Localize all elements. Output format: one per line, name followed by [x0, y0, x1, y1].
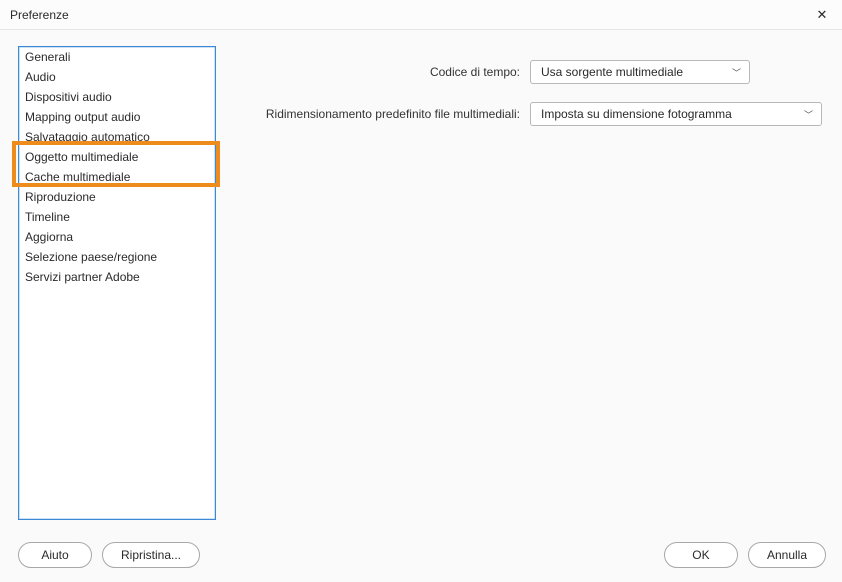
- settings-pane: Codice di tempo: Usa sorgente multimedia…: [238, 60, 826, 144]
- window-title: Preferenze: [10, 8, 69, 22]
- sidebar-item-salvataggio-automatico[interactable]: Salvataggio automatico: [19, 127, 215, 147]
- sidebar-item-aggiorna[interactable]: Aggiorna: [19, 227, 215, 247]
- scaling-label: Ridimensionamento predefinito file multi…: [238, 107, 530, 121]
- sidebar-item-selezione-paese[interactable]: Selezione paese/regione: [19, 247, 215, 267]
- left-buttons: Aiuto Ripristina...: [18, 542, 200, 568]
- ok-button[interactable]: OK: [664, 542, 738, 568]
- reset-button[interactable]: Ripristina...: [102, 542, 200, 568]
- sidebar-item-riproduzione[interactable]: Riproduzione: [19, 187, 215, 207]
- timecode-dropdown[interactable]: Usa sorgente multimediale ﹀: [530, 60, 750, 84]
- right-buttons: OK Annulla: [664, 542, 826, 568]
- timecode-value: Usa sorgente multimediale: [541, 65, 683, 79]
- sidebar-item-generali[interactable]: Generali: [19, 47, 215, 67]
- title-bar: Preferenze ✕: [0, 0, 842, 30]
- preferences-sidebar: Generali Audio Dispositivi audio Mapping…: [18, 46, 216, 520]
- close-icon[interactable]: ✕: [812, 5, 832, 25]
- sidebar-item-dispositivi-audio[interactable]: Dispositivi audio: [19, 87, 215, 107]
- cancel-button[interactable]: Annulla: [748, 542, 826, 568]
- sidebar-item-timeline[interactable]: Timeline: [19, 207, 215, 227]
- timecode-row: Codice di tempo: Usa sorgente multimedia…: [238, 60, 826, 84]
- sidebar-item-cache-multimediale[interactable]: Cache multimediale: [19, 167, 215, 187]
- chevron-down-icon: ﹀: [804, 108, 813, 121]
- scaling-dropdown[interactable]: Imposta su dimensione fotogramma ﹀: [530, 102, 822, 126]
- help-button[interactable]: Aiuto: [18, 542, 92, 568]
- scaling-value: Imposta su dimensione fotogramma: [541, 107, 732, 121]
- chevron-down-icon: ﹀: [732, 66, 741, 79]
- scaling-row: Ridimensionamento predefinito file multi…: [238, 102, 826, 126]
- sidebar-item-mapping-output-audio[interactable]: Mapping output audio: [19, 107, 215, 127]
- sidebar-item-audio[interactable]: Audio: [19, 67, 215, 87]
- bottom-bar: Aiuto Ripristina... OK Annulla: [18, 542, 826, 568]
- sidebar-item-servizi-partner[interactable]: Servizi partner Adobe: [19, 267, 215, 287]
- sidebar-item-oggetto-multimediale[interactable]: Oggetto multimediale: [19, 147, 215, 167]
- timecode-label: Codice di tempo:: [238, 65, 530, 79]
